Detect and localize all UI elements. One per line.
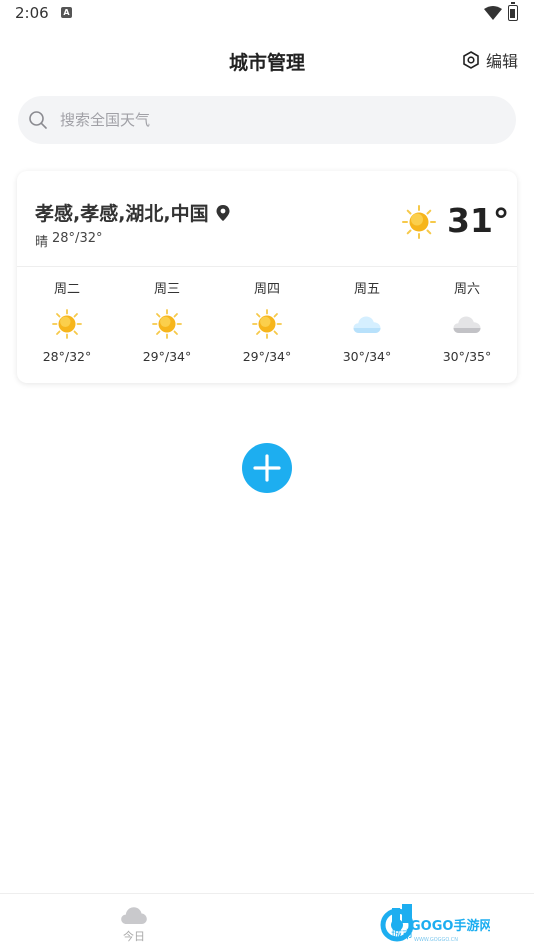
condition-text: 晴 bbox=[35, 235, 49, 250]
notification-icon: A bbox=[61, 7, 72, 18]
watermark-logo: GOGO手游网 WWW.GOGGO.CN bbox=[380, 908, 490, 943]
status-time: 2:06 bbox=[15, 4, 49, 22]
cloud-gray-icon bbox=[453, 316, 481, 333]
wifi-icon bbox=[484, 6, 502, 20]
forecast-temp: 29°/34° bbox=[242, 349, 292, 364]
sun-icon bbox=[152, 309, 182, 339]
forecast-temp: 29°/34° bbox=[142, 349, 192, 364]
status-bar: 2:06 A bbox=[0, 0, 534, 28]
nav-today-label: 今日 bbox=[123, 930, 145, 943]
condition-line: 晴 28°/32° bbox=[35, 231, 102, 250]
forecast-day-label: 周三 bbox=[153, 282, 180, 297]
search-bar[interactable] bbox=[18, 96, 516, 144]
temp-range: 28°/32° bbox=[52, 231, 103, 246]
edit-button[interactable]: 编辑 bbox=[462, 49, 518, 71]
watermark-text: GOGO手游网 bbox=[410, 918, 490, 934]
search-icon bbox=[29, 111, 47, 129]
page-title: 城市管理 bbox=[228, 52, 305, 74]
forecast-row: 周二 28°/32° 周三 29°/34° 周四 29°/34° 周五 30°/… bbox=[17, 281, 517, 364]
header: 城市管理 编辑 bbox=[0, 40, 534, 80]
location-pin-icon bbox=[216, 204, 230, 221]
add-city-button[interactable] bbox=[242, 443, 292, 493]
sun-icon bbox=[402, 205, 436, 239]
edit-label: 编辑 bbox=[486, 52, 519, 71]
forecast-temp: 30°/35° bbox=[442, 349, 492, 364]
forecast-day: 周三 29°/34° bbox=[117, 281, 217, 364]
nav-tab-today[interactable]: 今日 bbox=[104, 904, 164, 944]
city-name-row: 孝感,孝感,湖北,中国 bbox=[35, 199, 231, 226]
forecast-temp: 28°/32° bbox=[42, 349, 92, 364]
plus-icon bbox=[253, 454, 281, 482]
forecast-day-label: 周四 bbox=[253, 282, 280, 297]
forecast-day-label: 周五 bbox=[353, 282, 380, 297]
forecast-temp: 30°/34° bbox=[342, 349, 392, 364]
forecast-day: 周六 30°/35° bbox=[417, 281, 517, 364]
city-card[interactable]: 孝感,孝感,湖北,中国 晴 28°/32° 31° 周二 28°/32° 周三 … bbox=[17, 171, 517, 383]
forecast-day: 周二 28°/32° bbox=[17, 281, 117, 364]
current-temperature: 31° bbox=[447, 201, 510, 240]
forecast-day-label: 周六 bbox=[453, 282, 480, 297]
settings-icon bbox=[463, 51, 479, 69]
battery-icon bbox=[508, 2, 518, 21]
sun-icon bbox=[252, 309, 282, 339]
card-divider bbox=[17, 266, 517, 267]
city-management-screen: 2:06 A 城市管理 编辑 孝感,孝感,湖北,中国 bbox=[0, 0, 534, 950]
forecast-day-label: 周二 bbox=[53, 282, 80, 297]
watermark-sub: WWW.GOGGO.CN bbox=[414, 937, 458, 943]
forecast-day: 周五 30°/34° bbox=[317, 281, 417, 364]
sun-icon bbox=[52, 309, 82, 339]
cloud-icon bbox=[121, 907, 147, 924]
city-name: 孝感,孝感,湖北,中国 bbox=[35, 203, 209, 225]
forecast-day: 周四 29°/34° bbox=[217, 281, 317, 364]
cloud-light-icon bbox=[353, 316, 381, 333]
search-input[interactable] bbox=[60, 111, 460, 129]
